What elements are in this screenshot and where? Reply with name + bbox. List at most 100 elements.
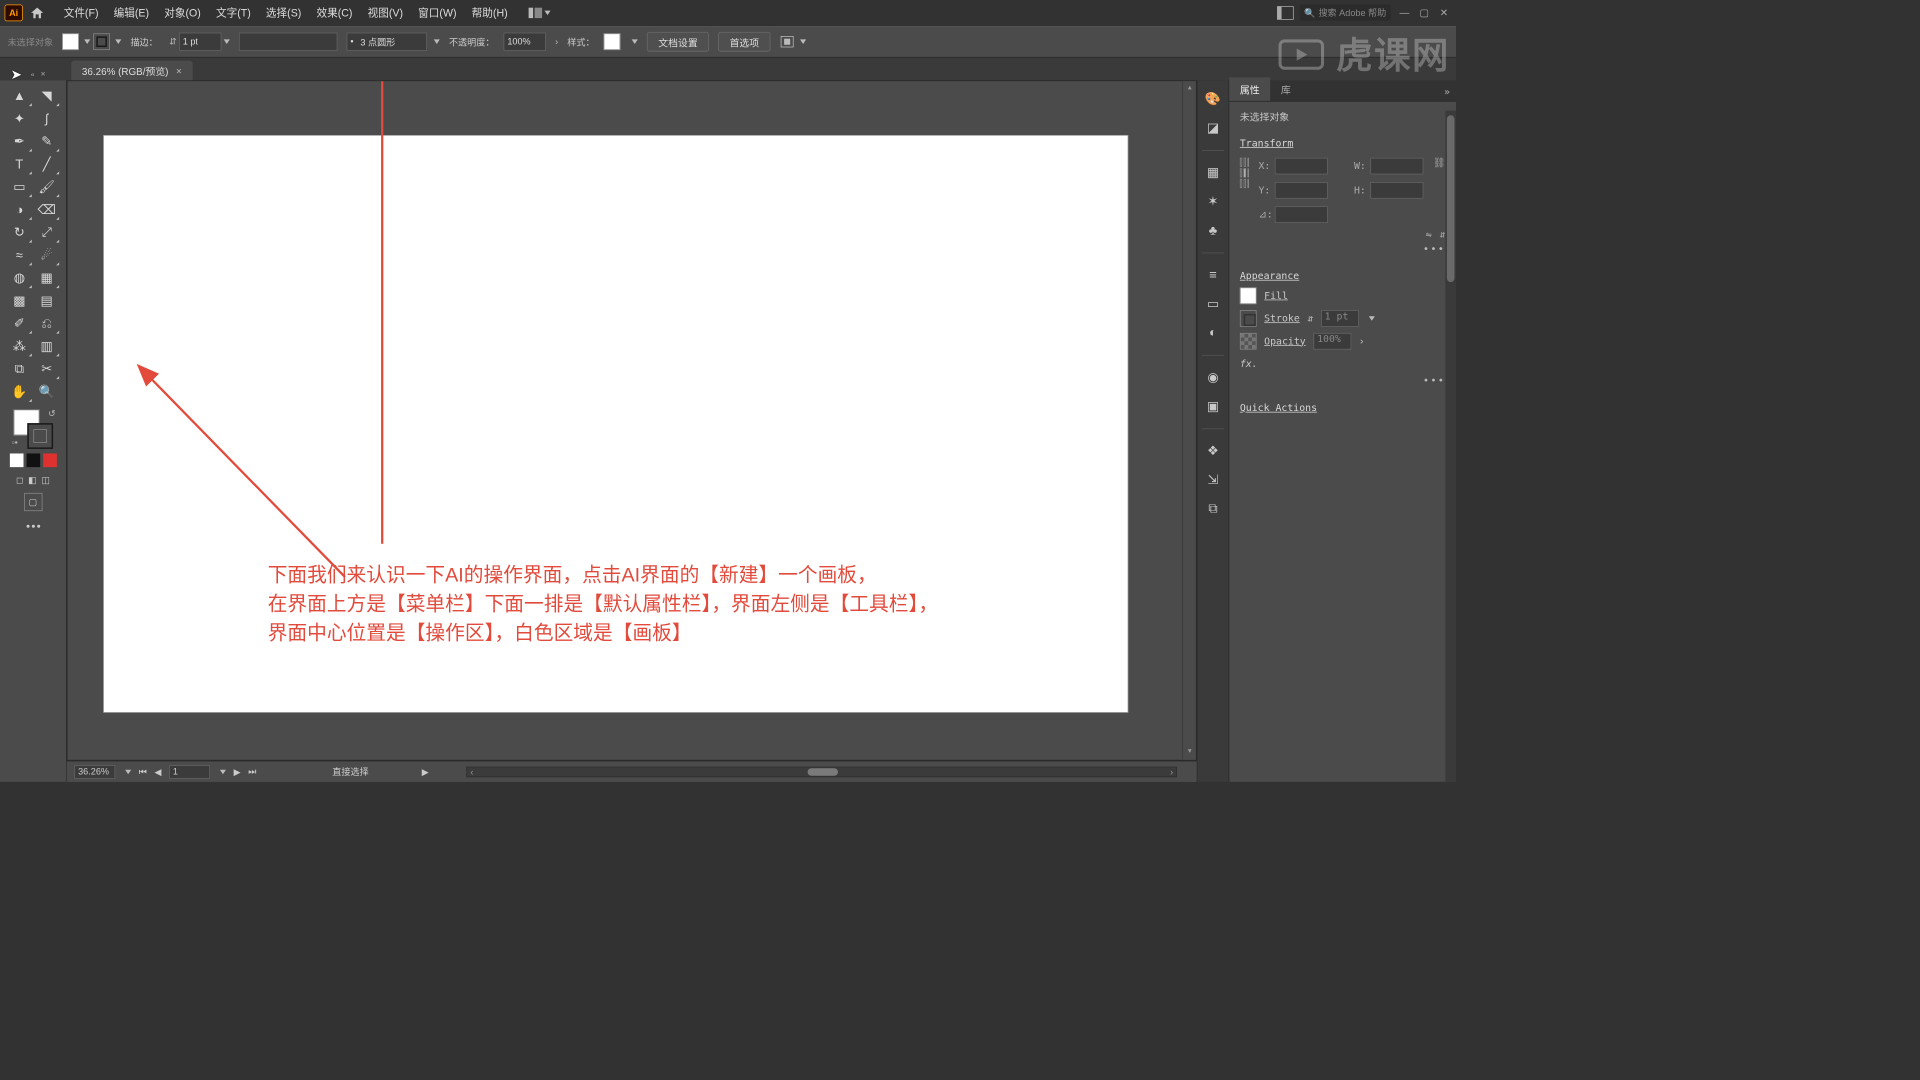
minimize-button[interactable]: —	[1397, 6, 1412, 18]
layers-panel-icon[interactable]: ❖	[1203, 443, 1223, 460]
eyedropper-tool[interactable]: ✐	[6, 312, 33, 335]
appearance-stroke-swatch[interactable]	[1240, 310, 1257, 327]
tf-x-input[interactable]	[1275, 158, 1328, 175]
rectangle-tool[interactable]: ▭	[6, 176, 33, 199]
menu-object[interactable]: 对象(O)	[157, 0, 209, 24]
search-help[interactable]: 🔍 搜索 Adobe 帮助	[1300, 5, 1391, 21]
menu-effect[interactable]: 效果(C)	[309, 0, 360, 24]
graphic-style-swatch[interactable]	[604, 33, 621, 50]
close-icon[interactable]: ×	[41, 70, 46, 79]
panel-collapse-icon[interactable]: »	[1438, 83, 1456, 100]
zoom-tool[interactable]: 🔍	[33, 381, 60, 404]
variable-width-profile[interactable]	[239, 33, 338, 51]
paintbrush-tool[interactable]: 🖌	[33, 176, 60, 199]
menu-help[interactable]: 帮助(H)	[464, 0, 515, 24]
default-fill-stroke-icon[interactable]: ▫▪	[12, 438, 18, 447]
maximize-button[interactable]: ▢	[1417, 6, 1432, 18]
tab-properties[interactable]: 属性	[1229, 77, 1270, 101]
dock-collapse-icon[interactable]: «	[31, 71, 35, 79]
free-transform-tool[interactable]: ☄	[33, 244, 60, 267]
shaper-tool[interactable]: ◑	[6, 199, 33, 222]
artboards-panel-icon[interactable]: ⧉	[1203, 500, 1223, 517]
next-artboard-icon[interactable]: ▶	[234, 766, 241, 777]
link-wh-icon[interactable]: ⛓	[1433, 158, 1446, 169]
appearance-opacity-value[interactable]: 100%	[1313, 333, 1351, 350]
scroll-up-icon[interactable]: ▴	[1185, 83, 1194, 94]
workspace-switcher[interactable]	[529, 7, 551, 18]
fill-swatch[interactable]	[62, 33, 79, 50]
shape-builder-tool[interactable]: ◍	[6, 267, 33, 290]
graphic-styles-panel-icon[interactable]: ▣	[1203, 398, 1223, 415]
preferences-button[interactable]: 首选项	[718, 32, 770, 52]
vertical-scrollbar[interactable]: ▴ ▾	[1182, 81, 1196, 760]
viewport[interactable]: 下面我们来认识一下AI的操作界面，点击AI界面的【新建】一个画板， 在界面上方是…	[67, 80, 1197, 760]
artboard-number[interactable]: 1	[169, 765, 210, 779]
menu-window[interactable]: 窗口(W)	[411, 0, 464, 24]
brush-definition[interactable]: •3 点圆形	[347, 33, 427, 51]
draw-inside-icon[interactable]: ◫	[41, 475, 50, 486]
menu-view[interactable]: 视图(V)	[360, 0, 411, 24]
zoom-level[interactable]: 36.26%	[74, 765, 115, 779]
hand-tool[interactable]: ✋	[6, 381, 33, 404]
home-button[interactable]	[27, 3, 47, 23]
lasso-tool[interactable]: ʃ	[33, 108, 60, 131]
mesh-tool[interactable]: ▩	[6, 290, 33, 313]
color-panel-icon[interactable]: 🎨	[1203, 91, 1223, 108]
color-mode-swatches[interactable]	[9, 453, 56, 467]
swatches-panel-icon[interactable]: ▦	[1203, 165, 1223, 182]
screen-mode-button[interactable]: ▢	[24, 493, 42, 511]
appearance-more-icon[interactable]: •••	[1423, 375, 1445, 386]
symbol-sprayer-tool[interactable]: ⁂	[6, 335, 33, 358]
last-artboard-icon[interactable]: ⏭	[248, 766, 256, 777]
panel-scrollbar[interactable]	[1445, 111, 1456, 782]
color-guide-panel-icon[interactable]: ◪	[1203, 120, 1223, 137]
artboard-tool[interactable]: ⧉	[6, 358, 33, 381]
blend-tool[interactable]: ⎌	[33, 312, 60, 335]
menu-select[interactable]: 选择(S)	[258, 0, 309, 24]
document-setup-button[interactable]: 文档设置	[647, 32, 709, 52]
reference-point[interactable]	[1240, 158, 1249, 188]
align-to-button[interactable]	[780, 35, 807, 49]
stroke-weight-input[interactable]: 1 pt	[179, 33, 221, 51]
tf-w-input[interactable]	[1371, 158, 1424, 175]
default-stroke[interactable]	[27, 423, 53, 449]
swap-fill-stroke-icon[interactable]: ↺	[48, 408, 56, 419]
tf-h-input[interactable]	[1371, 182, 1424, 199]
tf-angle-input[interactable]	[1275, 206, 1328, 223]
gradient-tool[interactable]: ▤	[33, 290, 60, 313]
menu-type[interactable]: 文字(T)	[208, 0, 258, 24]
tab-libraries[interactable]: 库	[1270, 77, 1301, 101]
type-tool[interactable]: T	[6, 153, 33, 176]
first-artboard-icon[interactable]: ⏮	[139, 766, 147, 777]
fill-stroke-control[interactable]: ↺ ▫▪	[10, 408, 55, 447]
arrange-documents-icon[interactable]	[1277, 6, 1294, 20]
edit-toolbar-button[interactable]	[26, 525, 40, 528]
direct-selection-tool[interactable]: ◥	[33, 85, 60, 108]
close-window-button[interactable]: ✕	[1436, 6, 1451, 18]
slice-tool[interactable]: ✂	[33, 358, 60, 381]
flip-horizontal-icon[interactable]: ⇋	[1426, 229, 1432, 240]
menu-edit[interactable]: 编辑(E)	[106, 0, 157, 24]
gradient-panel-icon[interactable]: ▭	[1203, 296, 1223, 313]
draw-behind-icon[interactable]: ◧	[28, 475, 37, 486]
selection-tool[interactable]: ▲	[6, 85, 33, 108]
appearance-fill-swatch[interactable]	[1240, 287, 1257, 304]
close-tab-icon[interactable]: ×	[176, 65, 182, 76]
pen-tool[interactable]: ✒	[6, 130, 33, 153]
appearance-fx-label[interactable]: fx.	[1240, 358, 1258, 369]
brushes-panel-icon[interactable]: ✶	[1203, 193, 1223, 210]
appearance-opacity-swatch[interactable]	[1240, 333, 1257, 350]
symbols-panel-icon[interactable]: ♣	[1203, 222, 1223, 239]
draw-normal-icon[interactable]: ◻	[16, 475, 24, 486]
appearance-stroke-value[interactable]: 1 pt	[1321, 310, 1359, 327]
transform-more-icon[interactable]: •••	[1423, 243, 1445, 254]
status-play-icon[interactable]: ▶	[422, 766, 429, 777]
tf-y-input[interactable]	[1275, 182, 1328, 199]
stroke-panel-icon[interactable]: ≡	[1203, 267, 1223, 284]
scale-tool[interactable]: ⤢	[33, 221, 60, 244]
magic-wand-tool[interactable]: ✦	[6, 108, 33, 131]
perspective-grid-tool[interactable]: ▦	[33, 267, 60, 290]
rotate-tool[interactable]: ↻	[6, 221, 33, 244]
column-graph-tool[interactable]: ▥	[33, 335, 60, 358]
prev-artboard-icon[interactable]: ◀	[155, 766, 162, 777]
